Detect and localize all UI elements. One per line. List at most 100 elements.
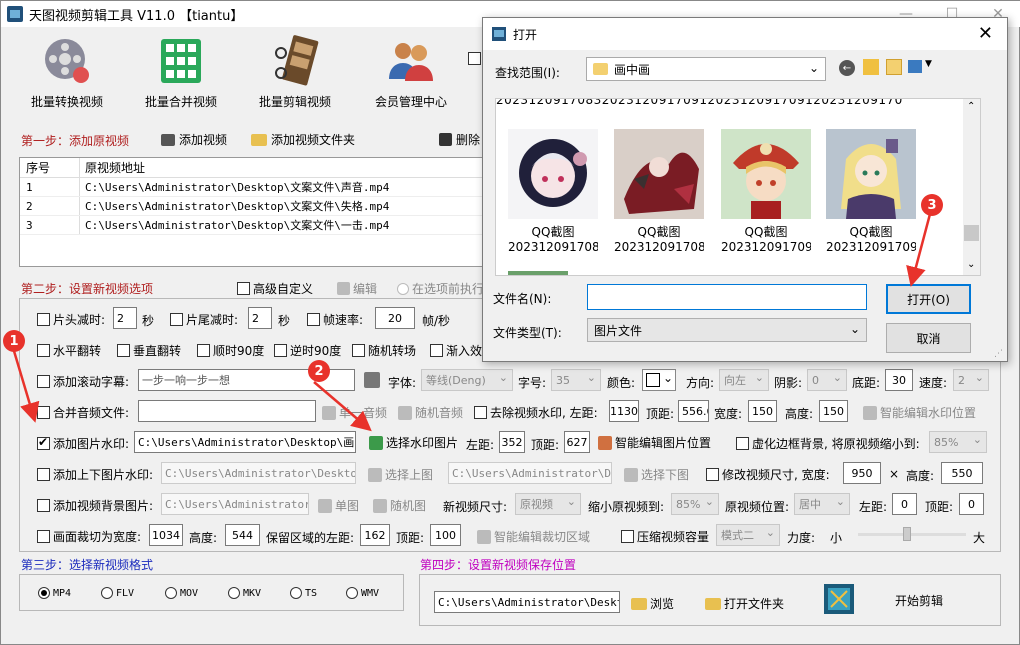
- table-row[interactable]: 1 C:\Users\Administrator\Desktop\文案文件\声音.…: [20, 178, 488, 197]
- choose-bottom-button[interactable]: 选择下图: [624, 466, 689, 483]
- batch-merge-button[interactable]: 批量合并视频: [129, 35, 233, 110]
- vertical-scrollbar[interactable]: ⌃ ⌄: [963, 99, 980, 275]
- format-radio-wmv[interactable]: WMV: [346, 587, 379, 599]
- wm-top-input[interactable]: 556.6: [678, 400, 709, 422]
- save-path-input[interactable]: C:\Users\Administrator\Desktop\: [434, 591, 620, 613]
- bottom-image-path[interactable]: C:\Users\Administrator\Desk: [448, 462, 612, 484]
- file-view[interactable]: 2023120917083202312091709120231209170912…: [495, 98, 981, 276]
- shadow-select[interactable]: 0: [807, 369, 847, 391]
- format-radio-flv[interactable]: FLV: [101, 587, 134, 599]
- before-exec-radio[interactable]: 在选项前执行: [397, 280, 484, 297]
- rotate-ccw-checkbox[interactable]: 逆时90度: [274, 342, 341, 359]
- new-folder-icon[interactable]: [886, 59, 902, 75]
- head-cut-input[interactable]: 2: [113, 307, 137, 329]
- tail-cut-checkbox[interactable]: 片尾减时:: [170, 311, 238, 328]
- size-select[interactable]: 35: [551, 369, 601, 391]
- up-folder-icon[interactable]: [863, 59, 879, 75]
- filename-input[interactable]: [587, 284, 867, 310]
- video-list-table[interactable]: 序号 原视频地址 1 C:\Users\Administrator\Desktop…: [19, 157, 489, 267]
- resize-checkbox[interactable]: 修改视频尺寸, 宽度:: [706, 466, 830, 483]
- tail-cut-input[interactable]: 2: [248, 307, 272, 329]
- advanced-custom-checkbox[interactable]: 高级自定义: [237, 280, 313, 297]
- view-menu-icon[interactable]: ▼: [908, 59, 934, 75]
- bg-left-input[interactable]: 0: [892, 493, 917, 515]
- open-folder-button[interactable]: 打开文件夹: [705, 595, 784, 612]
- delete-button[interactable]: 删除: [439, 131, 480, 148]
- shrink-select[interactable]: 85%: [671, 493, 719, 515]
- close-icon[interactable]: ✕: [978, 23, 993, 44]
- cancel-button[interactable]: 取消: [886, 323, 971, 353]
- filetype-select[interactable]: 图片文件 ⌄: [587, 318, 867, 342]
- lookin-select[interactable]: 画中画 ⌄: [586, 57, 826, 81]
- single-image-button[interactable]: 单图: [318, 497, 359, 514]
- background-image-path[interactable]: C:\Users\Administrator\D: [161, 493, 309, 515]
- batch-edit-button[interactable]: 批量剪辑视频: [243, 35, 347, 110]
- back-icon[interactable]: ←: [839, 60, 855, 76]
- background-image-checkbox[interactable]: 添加视频背景图片:: [37, 497, 153, 514]
- smart-watermark-button[interactable]: 智能编辑水印位置: [863, 404, 976, 421]
- top-bottom-watermark-checkbox[interactable]: 添加上下图片水印:: [37, 466, 153, 483]
- color-picker[interactable]: ⌄: [642, 369, 676, 391]
- hflip-checkbox[interactable]: 水平翻转: [37, 342, 101, 359]
- crop-height-input[interactable]: 544: [225, 524, 260, 546]
- choose-watermark-button[interactable]: 选择水印图片: [369, 434, 458, 451]
- blur-scale-select[interactable]: 85%: [929, 431, 987, 453]
- table-row[interactable]: 3 C:\Users\Administrator\Desktop\文案文件\一击.…: [20, 216, 488, 235]
- member-center-button[interactable]: 会员管理中心: [359, 35, 463, 110]
- file-thumbnail[interactable]: QQ截图 2023120917091...: [721, 129, 811, 254]
- file-thumbnail[interactable]: QQ截图 2023120917080...: [508, 129, 598, 254]
- resize-grip-icon[interactable]: ⋰: [994, 349, 1003, 359]
- scroll-thumb[interactable]: [964, 225, 979, 241]
- image-watermark-checkbox[interactable]: 添加图片水印:: [37, 435, 129, 452]
- format-radio-mkv[interactable]: MKV: [228, 587, 261, 599]
- audio-path-input[interactable]: [138, 400, 316, 422]
- file-thumbnail[interactable]: QQ截图 2023120917091...: [826, 129, 916, 254]
- image-watermark-path[interactable]: C:\Users\Administrator\Desktop\画中画: [134, 431, 356, 453]
- browse-button[interactable]: 浏览: [631, 595, 674, 612]
- head-cut-checkbox[interactable]: 片头减时:: [37, 311, 105, 328]
- bottom-input[interactable]: 30: [885, 369, 913, 391]
- add-video-button[interactable]: 添加视频: [161, 131, 227, 148]
- single-audio-button[interactable]: 单一音频: [322, 404, 387, 421]
- format-radio-mp4[interactable]: MP4: [38, 587, 71, 599]
- vflip-checkbox[interactable]: 垂直翻转: [117, 342, 181, 359]
- resize-width-input[interactable]: 950: [843, 462, 881, 484]
- add-folder-button[interactable]: 添加视频文件夹: [251, 131, 355, 148]
- blur-bg-checkbox[interactable]: 虚化边框背景, 将原视频缩小到:: [736, 435, 920, 452]
- fps-checkbox[interactable]: 帧速率:: [307, 311, 363, 328]
- top-image-path[interactable]: C:\Users\Administrator\Desktop\Q: [161, 462, 356, 484]
- compress-mode-select[interactable]: 模式二: [716, 524, 780, 546]
- choose-top-button[interactable]: 选择上图: [368, 466, 433, 483]
- start-edit-button[interactable]: 开始剪辑: [895, 592, 943, 609]
- crop-checkbox[interactable]: 画面裁切为宽度:: [37, 528, 141, 545]
- random-audio-button[interactable]: 随机音频: [398, 404, 463, 421]
- scroll-subtitle-checkbox[interactable]: 添加滚动字幕:: [37, 373, 129, 390]
- slider-handle[interactable]: [903, 527, 911, 541]
- img-left-input[interactable]: 352: [499, 431, 525, 453]
- edit-button[interactable]: 编辑: [337, 280, 377, 297]
- smart-image-button[interactable]: 智能编辑图片位置: [598, 434, 711, 451]
- fadein-checkbox[interactable]: 渐入效: [430, 342, 482, 359]
- direction-select[interactable]: 向左: [719, 369, 769, 391]
- speed-select[interactable]: 2: [953, 369, 989, 391]
- table-row[interactable]: 2 C:\Users\Administrator\Desktop\文案文件\失格.…: [20, 197, 488, 216]
- file-thumbnail[interactable]: QQ截图 2023120917082...: [614, 129, 704, 254]
- batch-convert-button[interactable]: 批量转换视频: [15, 35, 119, 110]
- compress-checkbox[interactable]: 压缩视频容量: [621, 528, 709, 545]
- rotate-cw-checkbox[interactable]: 顺时90度: [197, 342, 264, 359]
- format-radio-ts[interactable]: TS: [290, 587, 317, 599]
- toolbar-checkbox-1[interactable]: [468, 52, 481, 65]
- smart-crop-button[interactable]: 智能编辑裁切区域: [477, 528, 590, 545]
- remove-watermark-checkbox[interactable]: 去除视频水印, 左距:: [474, 404, 598, 421]
- merge-audio-checkbox[interactable]: 合并音频文件:: [37, 404, 129, 421]
- wm-width-input[interactable]: 150: [748, 400, 777, 422]
- wm-left-input[interactable]: 1130: [609, 400, 639, 422]
- chevron-up-icon[interactable]: ⌃: [967, 101, 975, 112]
- random-transition-checkbox[interactable]: 随机转场: [352, 342, 416, 359]
- wm-height-input[interactable]: 150: [819, 400, 848, 422]
- fps-input[interactable]: 20: [375, 307, 415, 329]
- keep-left-input[interactable]: 162: [360, 524, 390, 546]
- format-radio-mov[interactable]: MOV: [165, 587, 198, 599]
- crop-width-input[interactable]: 1034: [149, 524, 183, 546]
- random-image-button[interactable]: 随机图: [373, 497, 426, 514]
